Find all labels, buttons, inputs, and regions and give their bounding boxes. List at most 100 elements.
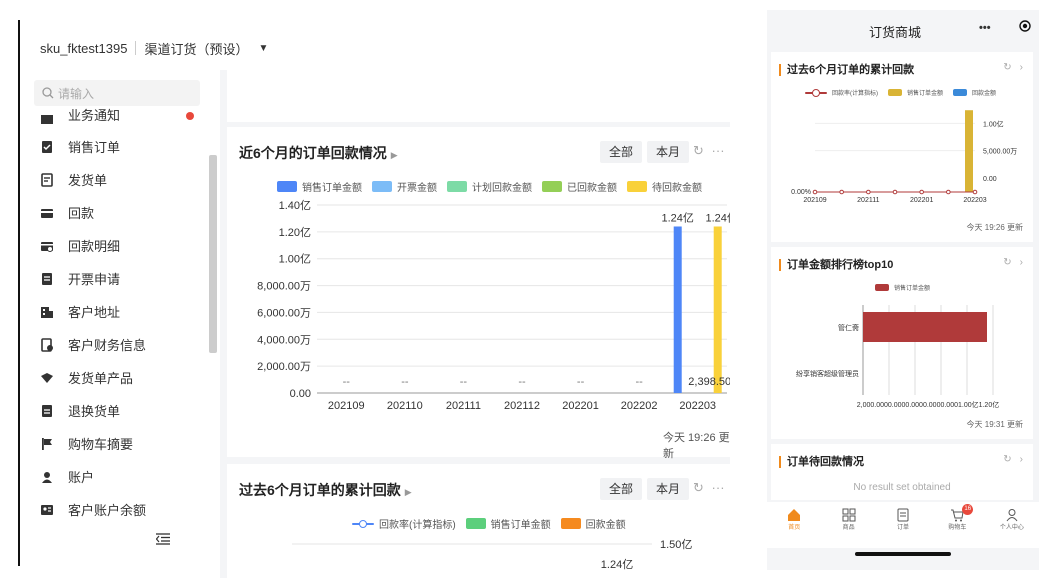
y-tick-label: 1.50亿 xyxy=(660,538,692,551)
sidebar-item-cart-summary[interactable]: 购物车摘要 xyxy=(20,427,210,460)
legend-item[interactable]: 回款率(计算指标) xyxy=(805,88,878,97)
x-tick-label: 202111 xyxy=(857,197,879,204)
legend-dot xyxy=(359,519,367,528)
collapse-sidebar-icon[interactable] xyxy=(155,532,170,550)
refresh-icon[interactable]: ↻ xyxy=(1003,257,1011,268)
sidebar-item-balance[interactable]: 客户账户余额 xyxy=(20,493,210,526)
tab-products[interactable]: 商品 xyxy=(821,502,875,548)
y-tick-label: 6,000.00万 xyxy=(257,307,311,319)
x-tick-label: 202203 xyxy=(679,400,716,411)
mobile-header: 订货商城 ••• xyxy=(767,10,1039,48)
caret-down-icon[interactable]: ▼ xyxy=(258,43,268,54)
sidebar-item-payment-detail[interactable]: 回款明细 xyxy=(20,229,210,262)
sidebar-item-label: 购物车摘要 xyxy=(68,437,134,452)
legend-swatch xyxy=(465,518,486,529)
refresh-icon[interactable]: ↻ xyxy=(693,143,704,158)
sidebar-menu: 业务通知 销售订单 发货单 回款 回款明细 开票申请 客户地址 客户财务信息 发… xyxy=(20,106,210,526)
x-tick-label: 202203 xyxy=(963,197,986,204)
card-actions: ↻ ··· xyxy=(693,143,725,159)
filter-month-button[interactable]: 本月 xyxy=(647,478,690,500)
line-point xyxy=(839,189,844,195)
document-icon xyxy=(40,172,54,187)
legend-item[interactable]: 销售订单金额 xyxy=(875,283,930,292)
sidebar-item-invoice[interactable]: 开票申请 xyxy=(20,262,210,295)
y-tick-label: 0.00 xyxy=(983,176,997,183)
mobile-card-pending: 订单待回款情况 ↻ › No result set obtained xyxy=(771,444,1033,500)
mobile-card-actions: ↻ › xyxy=(1003,454,1023,465)
cumulative-payment-card: 过去6个月订单的累计回款 ▶ 全部 本月 ↻ ··· 回款率(计算指标) 销售订单金… xyxy=(227,464,730,578)
tab-cart[interactable]: 16 购物车 xyxy=(930,502,984,548)
chevron-right-icon[interactable]: › xyxy=(1020,257,1023,268)
sidebar: 请输入 业务通知 销售订单 发货单 回款 回款明细 开票申请 客户地址 客户财务… xyxy=(20,70,220,570)
building-icon xyxy=(40,305,54,319)
order-icon xyxy=(897,508,909,522)
bar xyxy=(863,312,987,342)
refresh-icon[interactable]: ↻ xyxy=(1003,454,1011,465)
tab-orders[interactable]: 订单 xyxy=(876,502,930,548)
filter-month-button[interactable]: 本月 xyxy=(647,141,690,163)
sidebar-item-address[interactable]: 客户地址 xyxy=(20,295,210,328)
close-target-icon[interactable] xyxy=(1019,19,1031,37)
sidebar-item-label: 回款 xyxy=(68,206,95,221)
y-tick-label: 4,000.00万 xyxy=(257,334,311,346)
refresh-icon[interactable]: ↻ xyxy=(693,480,704,495)
mobile-card-actions: ↻ › xyxy=(1003,62,1023,73)
legend-item[interactable]: 回款金额 xyxy=(560,516,626,531)
tab-label: 首页 xyxy=(788,525,801,531)
legend-swatch xyxy=(953,89,968,96)
data-label: 1.24亿 xyxy=(662,211,694,224)
mobile-card-ranking: 订单金额排行榜top10 ↻ › 销售订单金额 管仁斋 纷享销客超级管理员 2,000… xyxy=(771,247,1033,439)
sidebar-item-return[interactable]: 退换货单 xyxy=(20,394,210,427)
data-label: 1.24亿 xyxy=(601,558,633,571)
chart-legend: 回款率(计算指标) 销售订单金额 回款金额 xyxy=(805,88,1006,97)
legend-swatch xyxy=(560,518,581,529)
tab-label: 订单 xyxy=(897,525,910,531)
tab-profile[interactable]: 个人中心 xyxy=(985,502,1039,548)
chevron-right-icon[interactable]: › xyxy=(1020,62,1023,73)
x-tick-label: 202109 xyxy=(328,400,365,411)
sidebar-item-finance[interactable]: 客户财务信息 xyxy=(20,328,210,361)
tab-home[interactable]: 首页 xyxy=(767,502,821,548)
legend-label: 销售订单金额 xyxy=(490,520,551,531)
mobile-card-cumulative: 过去6个月订单的累计回款 ↻ › 回款率(计算指标) 销售订单金额 回款金额 0.00… xyxy=(771,52,1033,242)
mobile-card-title: 订单待回款情况 xyxy=(779,456,864,468)
line-point xyxy=(812,189,818,195)
chevron-right-icon[interactable]: › xyxy=(1020,454,1023,465)
card-detail-icon xyxy=(40,239,54,253)
y-tick-label: 纷享销客超级管理员 xyxy=(796,369,859,378)
legend-item[interactable]: 销售订单金额 xyxy=(888,88,943,97)
y-tick-label: 1.40亿 xyxy=(279,199,311,212)
legend-item[interactable]: 回款率(计算指标) xyxy=(352,516,456,531)
sidebar-item-account[interactable]: 账户 xyxy=(20,460,210,493)
legend-item[interactable]: 销售订单金额 xyxy=(465,516,551,531)
cumulative-chart: 1.50亿 1.24亿 xyxy=(292,538,692,571)
empty-card xyxy=(227,70,730,122)
sidebar-item-delivery[interactable]: 发货单 xyxy=(20,163,210,196)
dashboard: 近6个月的订单回款情况 ▶ 全部 本月 ↻ ··· 销售订单金额 开票金额 计划回款金… xyxy=(220,70,730,578)
app-root: sku_fktest1395 渠道订货（预设） ▼ 请输入 业务通知 销售订单 … xyxy=(0,0,1039,578)
sidebar-item-notice[interactable]: 业务通知 xyxy=(20,106,210,130)
filter-all-button[interactable]: 全部 xyxy=(600,478,643,500)
refresh-icon[interactable]: ↻ xyxy=(1003,62,1011,73)
top-bar: sku_fktest1395 渠道订货（预设） ▼ xyxy=(20,28,760,68)
sidebar-item-sales-order[interactable]: 销售订单 xyxy=(20,130,210,163)
sidebar-scrollbar[interactable] xyxy=(209,155,217,353)
more-icon[interactable]: ··· xyxy=(712,143,725,158)
legend-swatch xyxy=(805,88,827,97)
filter-all-button[interactable]: 全部 xyxy=(600,141,643,163)
invoice-icon xyxy=(40,272,54,286)
more-dots-icon[interactable]: ••• xyxy=(979,22,991,34)
sidebar-item-label: 发货单产品 xyxy=(68,371,134,386)
triangle-right-icon[interactable]: ▶ xyxy=(405,487,412,497)
card-title: 过去6个月订单的累计回款 ▶ xyxy=(239,480,412,500)
more-icon[interactable]: ··· xyxy=(712,480,725,495)
legend-item[interactable]: 回款金额 xyxy=(953,88,996,97)
triangle-right-icon[interactable]: ▶ xyxy=(391,150,398,160)
mobile-cumulative-chart: 0.00 5,000.00万 1.00亿 1.50亿 0.00%202109 202111… xyxy=(791,100,1017,204)
bar xyxy=(965,110,973,192)
search-input[interactable]: 请输入 xyxy=(34,80,200,106)
sidebar-item-payment[interactable]: 回款 xyxy=(20,196,210,229)
legend-swatch xyxy=(352,519,374,528)
store-selector[interactable]: 渠道订货（预设） xyxy=(144,39,248,58)
sidebar-item-delivery-product[interactable]: 发货单产品 xyxy=(20,361,210,394)
